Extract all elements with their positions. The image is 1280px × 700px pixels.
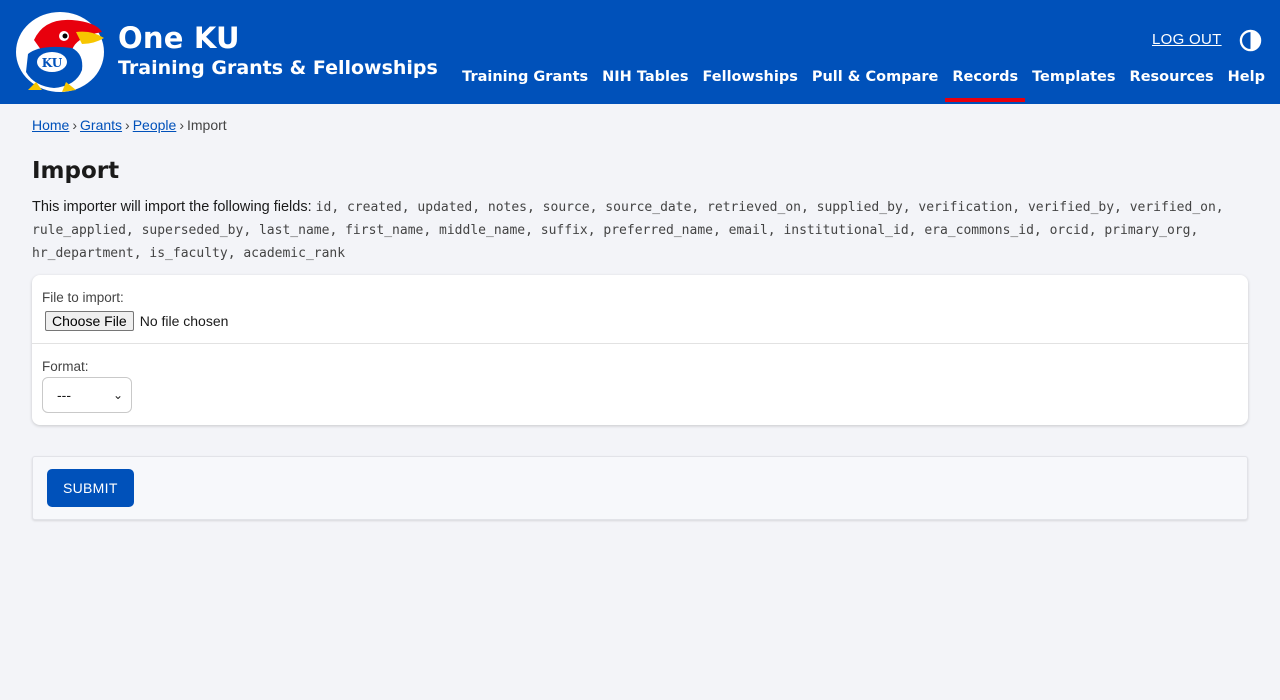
field-separator: , (331, 200, 347, 215)
breadcrumb-separator: › (125, 117, 130, 133)
field-separator: , (800, 200, 817, 215)
field-name: preferred_name (603, 223, 713, 238)
nav-pull-compare[interactable]: Pull & Compare (812, 66, 939, 88)
breadcrumb-home[interactable]: Home (32, 117, 69, 133)
field-name: rule_applied (32, 223, 126, 238)
choose-file-button[interactable]: Choose File (45, 311, 134, 331)
field-separator: , (472, 200, 488, 215)
field-separator: , (227, 246, 244, 261)
field-separator: , (589, 200, 606, 215)
field-name: academic_rank (243, 246, 346, 261)
nav-training-grants[interactable]: Training Grants (462, 66, 588, 88)
format-field: Format: --- ⌄ (32, 343, 1248, 425)
field-name: id (315, 200, 332, 215)
field-separator: , (902, 200, 919, 215)
import-form: File to import: Choose File No file chos… (32, 275, 1248, 425)
submit-button[interactable]: SUBMIT (47, 469, 134, 507)
nav-templates[interactable]: Templates (1032, 66, 1115, 88)
format-select[interactable]: --- ⌄ (42, 377, 132, 413)
field-name: source_date (605, 200, 692, 215)
submit-bar: SUBMIT (32, 456, 1248, 520)
field-name: institutional_id (783, 223, 909, 238)
field-name: primary_org (1104, 223, 1191, 238)
jayhawk-logo[interactable]: KU (14, 10, 106, 94)
field-name: hr_department (32, 246, 134, 261)
field-separator: , (527, 200, 543, 215)
field-separator: , (1190, 223, 1199, 238)
nav-fellowships[interactable]: Fellowships (702, 66, 797, 88)
field-name: verification (918, 200, 1013, 215)
logout-link[interactable]: LOG OUT (1152, 31, 1222, 48)
field-separator: , (1033, 223, 1050, 238)
page-title: Import (32, 158, 120, 184)
field-separator: , (133, 246, 150, 261)
field-name: updated (417, 200, 473, 215)
field-name: era_commons_id (924, 223, 1034, 238)
brand-subtitle[interactable]: Training Grants & Fellowships (118, 56, 438, 80)
file-status: No file chosen (139, 313, 229, 329)
field-name: source (542, 200, 590, 215)
nav-resources[interactable]: Resources (1130, 66, 1214, 88)
field-separator: , (587, 223, 604, 238)
field-name: notes (487, 200, 528, 215)
field-separator: , (423, 223, 440, 238)
field-name: last_name (258, 223, 330, 238)
field-separator: , (401, 200, 418, 215)
field-name: verified_by (1027, 200, 1115, 215)
field-name: middle_name (439, 223, 526, 238)
field-name: verified_on (1129, 200, 1216, 215)
field-separator: , (908, 223, 925, 238)
field-name: is_faculty (149, 246, 228, 261)
format-label: Format: (42, 359, 89, 374)
field-name: first_name (345, 223, 424, 238)
breadcrumb-separator: › (72, 117, 78, 133)
breadcrumb-separator: › (179, 117, 184, 133)
field-separator: , (1215, 200, 1224, 215)
file-label: File to import: (42, 290, 124, 305)
nav-help[interactable]: Help (1228, 66, 1265, 88)
breadcrumb-people[interactable]: People (133, 117, 177, 133)
field-name: superseded_by (141, 223, 244, 238)
field-separator: , (712, 223, 729, 238)
file-field: File to import: Choose File No file chos… (32, 275, 1248, 343)
brand-title[interactable]: One KU (118, 20, 240, 56)
field-separator: , (243, 223, 259, 238)
field-name: retrieved_on (707, 200, 801, 215)
field-separator: , (767, 223, 784, 238)
field-name: supplied_by (816, 200, 903, 215)
contrast-toggle-icon[interactable] (1239, 29, 1262, 52)
main-content: Home › Grants › People › Import Import This im… (32, 104, 1248, 520)
main-nav: Training Grants NIH Tables Fellowships P… (462, 66, 1265, 102)
field-separator: , (691, 200, 708, 215)
nav-records[interactable]: Records (945, 66, 1025, 102)
chevron-down-icon: ⌄ (112, 388, 123, 402)
field-separator: , (1114, 200, 1130, 215)
field-name: created (346, 200, 402, 215)
description-text: This importer will import the following … (32, 199, 312, 215)
breadcrumb-grants[interactable]: Grants (80, 117, 122, 133)
field-name: email (728, 223, 768, 238)
field-name: suffix (540, 223, 588, 238)
nav-nih-tables[interactable]: NIH Tables (602, 66, 688, 88)
format-selected-value: --- (57, 387, 71, 403)
site-header: KU One KU Training Grants & Fellowships … (0, 0, 1280, 104)
breadcrumb: Home › Grants › People › Import (32, 116, 1248, 134)
field-separator: , (125, 223, 142, 238)
field-separator: , (329, 223, 346, 238)
field-name: orcid (1049, 223, 1089, 238)
field-separator: , (1012, 200, 1028, 215)
field-separator: , (1088, 223, 1105, 238)
breadcrumb-current: Import (186, 117, 227, 133)
field-separator: , (525, 223, 541, 238)
importer-description: This importer will import the following … (32, 196, 1248, 265)
svg-text:KU: KU (42, 56, 63, 70)
